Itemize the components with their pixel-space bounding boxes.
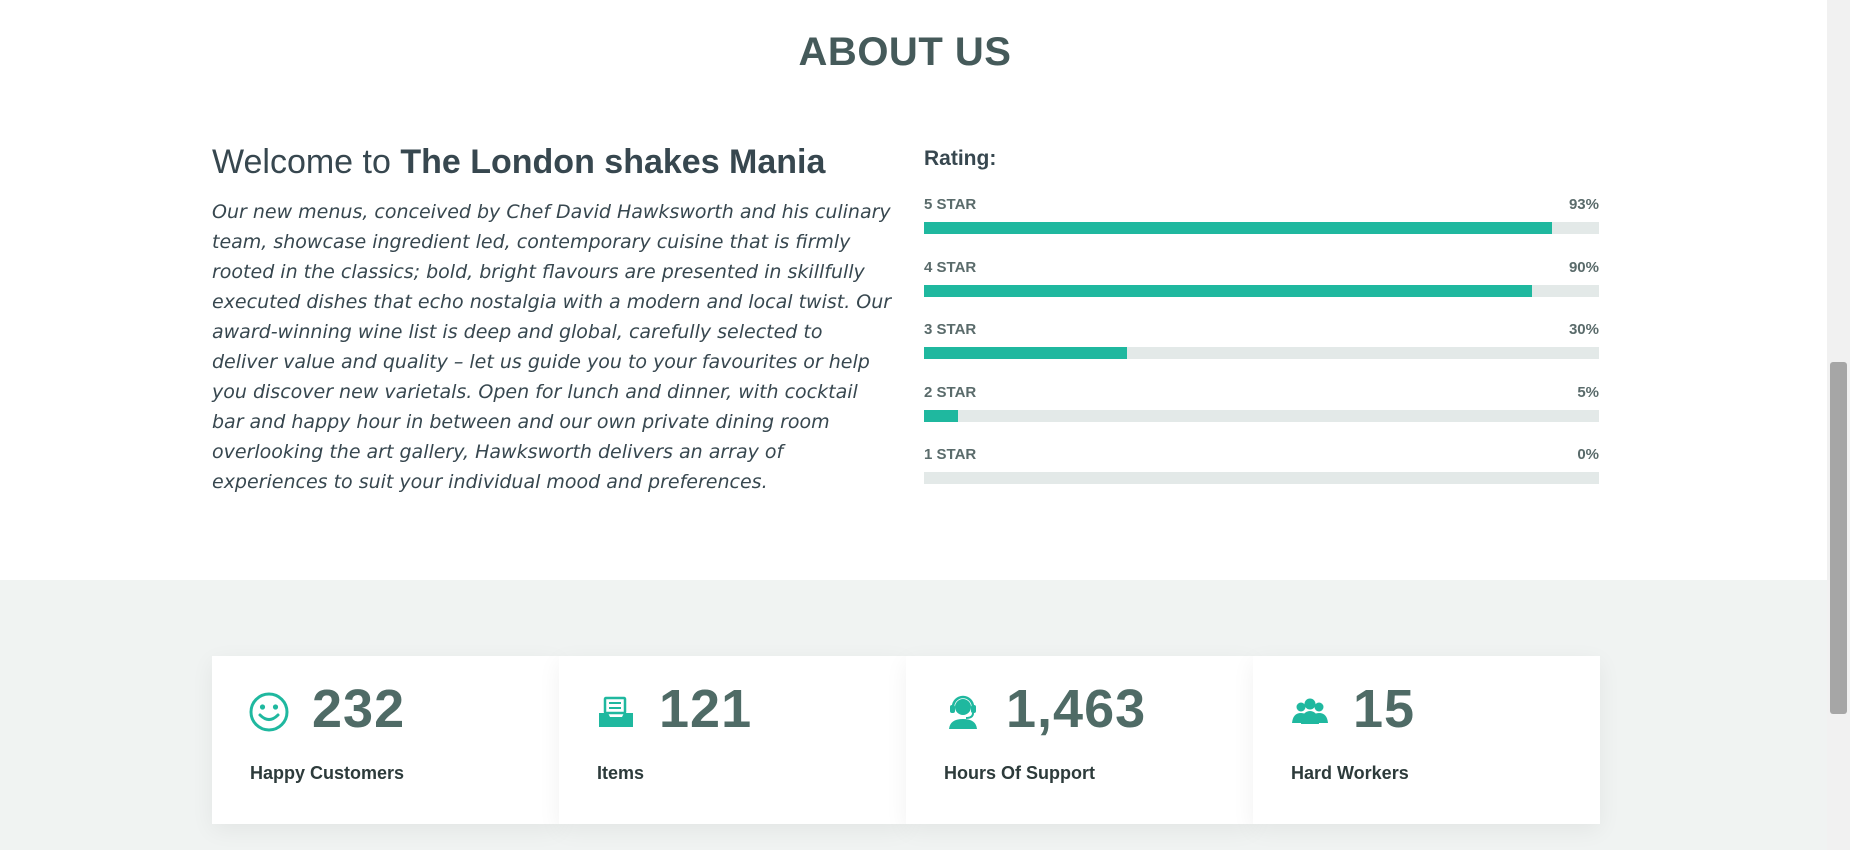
section-title: ABOUT US [798,30,1012,74]
rating-title: Rating: [924,147,997,170]
rating-row-1-star: 1 STAR 0% [924,446,1599,486]
stat-card-items: 121 Items [559,656,906,824]
rating-row-5-star: 5 STAR 93% [924,196,1599,236]
tray-icon [595,691,637,733]
rating-bar-track [924,222,1599,234]
rating-label: 2 STAR [924,384,977,401]
rating-percent: 0% [1577,446,1599,463]
rating-bar-fill [924,410,958,422]
rating-label: 3 STAR [924,321,977,338]
stat-caption: Hours Of Support [944,763,1095,783]
rating-label: 4 STAR [924,259,977,276]
rating-row-4-star: 4 STAR 90% [924,259,1599,299]
rating-bar-track [924,472,1599,484]
stat-number: 232 [312,679,406,739]
stat-number: 121 [659,679,753,739]
rating-percent: 5% [1577,384,1599,401]
stat-number: 1,463 [1006,679,1147,739]
stat-card-hours-of-support: 1,463 Hours Of Support [906,656,1253,824]
rating-label: 5 STAR [924,196,977,213]
welcome-prefix: Welcome to [212,143,391,181]
about-description: Our new menus, conceived by Chef David H… [212,201,892,493]
page: ABOUT US Welcome to The London shakes Ma… [0,0,1827,850]
stat-caption: Happy Customers [250,763,405,783]
rating-bar-fill [924,222,1552,234]
stat-caption: Hard Workers [1291,763,1409,783]
rating-bar-fill [924,285,1532,297]
rating-percent: 90% [1568,259,1599,276]
stat-number: 15 [1353,679,1416,739]
rating-bar-track [924,410,1599,422]
rating-bar-fill [924,347,1127,359]
page-scrollbar[interactable] [1827,0,1850,850]
rating-row-2-star: 2 STAR 5% [924,384,1599,424]
restaurant-name: The London shakes Mania [400,143,826,181]
stat-card-happy-customers: 232 Happy Customers [212,656,559,824]
rating-bar-track [924,347,1599,359]
rating-row-3-star: 3 STAR 30% [924,321,1599,361]
smile-icon [248,691,290,733]
stat-card-hard-workers: 15 Hard Workers [1253,656,1600,824]
rating-percent: 93% [1568,196,1599,213]
welcome-heading: Welcome to The London shakes Mania [212,143,902,182]
headset-support-icon [942,691,984,733]
stat-caption: Items [597,763,645,783]
rating-percent: 30% [1568,321,1599,338]
rating-bar-track [924,285,1599,297]
rating-label: 1 STAR [924,446,977,463]
group-users-icon [1289,691,1331,733]
scrollbar-thumb[interactable] [1830,362,1847,714]
